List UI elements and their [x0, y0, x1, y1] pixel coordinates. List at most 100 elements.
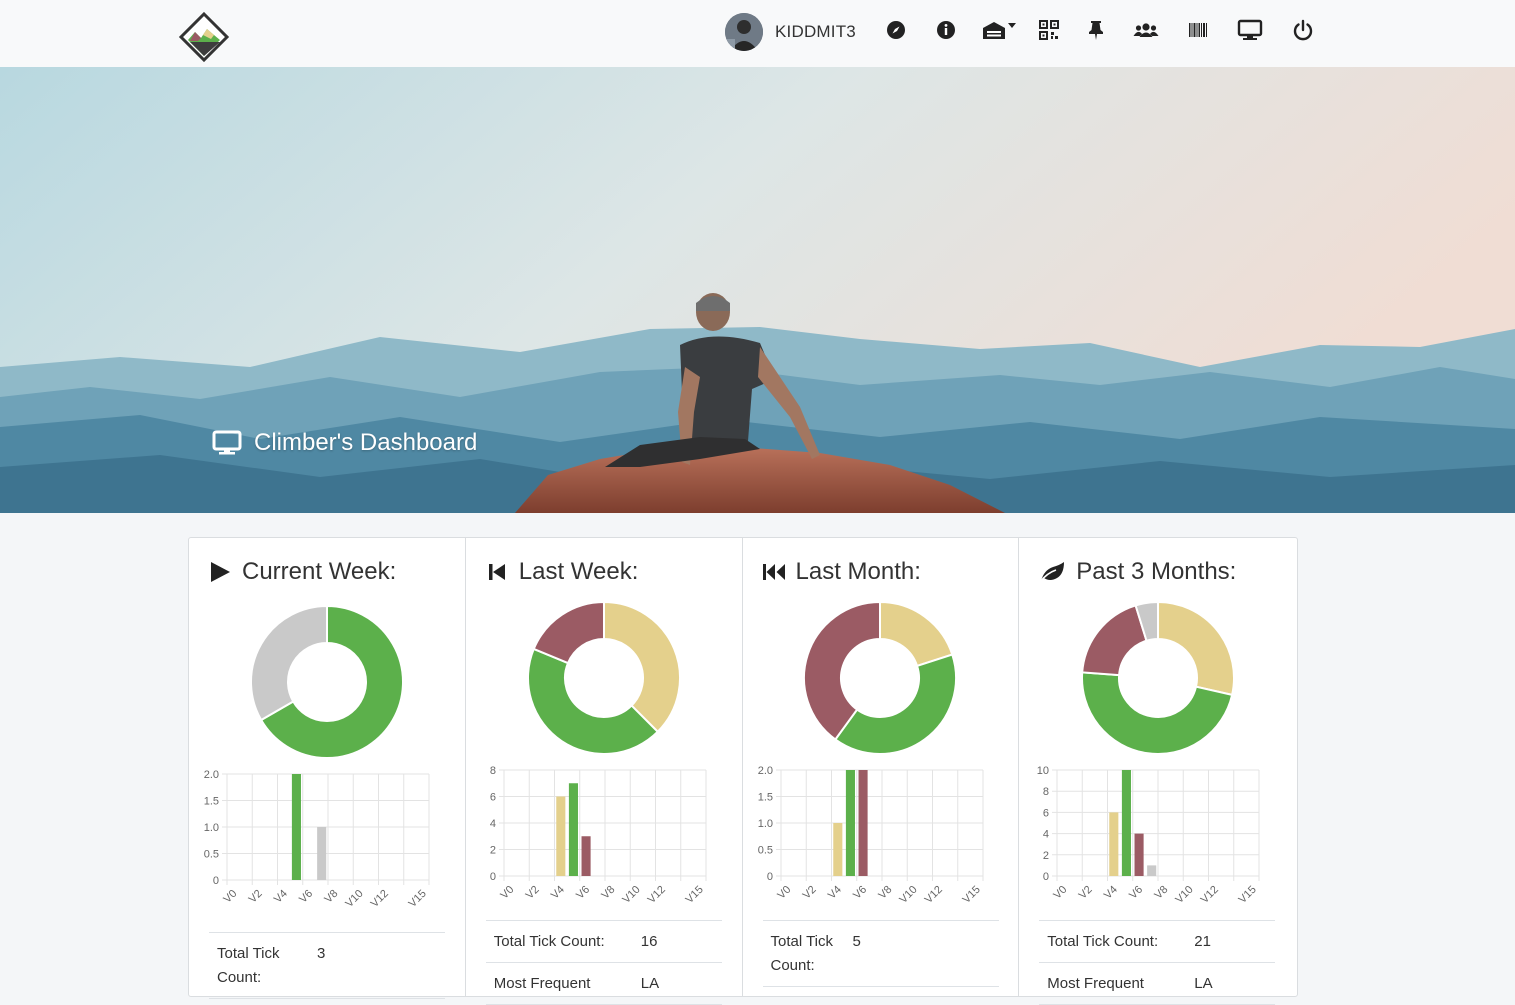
donut-slice-green[interactable]	[834, 653, 958, 755]
page-title: Climber's Dashboard	[254, 429, 478, 456]
donut-slice-yellow[interactable]	[602, 600, 681, 734]
y-tick-label: 1.0	[204, 822, 219, 834]
x-tick-label: V0	[498, 884, 516, 902]
bar-v6[interactable]	[1134, 833, 1144, 876]
bar-v4[interactable]	[556, 796, 566, 877]
bar-v7[interactable]	[1147, 865, 1157, 876]
bar-v5[interactable]	[568, 783, 578, 876]
x-tick-label: V10	[343, 888, 365, 910]
bar-v6[interactable]	[581, 836, 591, 876]
hero-banner: Climber's Dashboard	[0, 67, 1515, 513]
x-tick-label: V12	[645, 884, 667, 906]
last-month-bar-chart[interactable]: 0 0.5 1.0 1.5 2.0 V0 V2 V4 V6 V8 V10 V12 V15	[751, 762, 1013, 912]
x-tick-label: V2	[800, 884, 818, 902]
x-tick-label: V12	[1199, 884, 1221, 906]
card-title: Current Week:	[242, 558, 397, 585]
stats-table: Total Tick Count: 3	[209, 932, 445, 999]
y-tick-label: 2	[490, 845, 496, 857]
x-tick-label: V6	[297, 888, 315, 906]
y-tick-label: 6	[490, 792, 496, 804]
last-week-card: Last Week: 0 2 4 6 8 V0 V2 V4 V6 V8 V10 V12 V15 Tota…	[466, 538, 743, 1005]
card-title: Last Week:	[518, 558, 639, 585]
last-month-donut-chart[interactable]	[802, 600, 958, 756]
card-header: Last Week:	[485, 558, 639, 586]
x-tick-label: V15	[960, 884, 982, 906]
y-tick-label: 8	[1043, 786, 1049, 798]
x-tick-label: V10	[1174, 884, 1196, 906]
x-tick-label: V6	[574, 884, 592, 902]
monitor-icon	[212, 430, 242, 455]
stat-row-total-ticks: Total Tick Count: 5	[762, 921, 999, 987]
current-week-donut-chart[interactable]	[249, 604, 405, 760]
card-header: Last Month:	[762, 558, 921, 586]
y-tick-label: 0.5	[204, 849, 219, 861]
x-tick-label: V8	[876, 884, 894, 902]
donut-slice-gray[interactable]	[249, 604, 328, 722]
y-tick-label: 4	[1043, 829, 1049, 841]
x-tick-label: V4	[1102, 884, 1120, 902]
user-menu[interactable]: KIDDMIT3	[725, 13, 856, 51]
x-tick-label: V0	[1052, 884, 1070, 902]
stat-value: 5	[852, 933, 861, 950]
bar-v5[interactable]	[845, 770, 855, 876]
leaf-icon	[1039, 562, 1065, 583]
y-tick-label: 2	[1043, 850, 1049, 862]
y-tick-label: 0	[213, 875, 219, 887]
x-tick-label: V15	[1237, 884, 1259, 906]
stat-row-most-frequent: Most Frequent LA	[485, 963, 722, 1005]
x-tick-label: V0	[221, 888, 239, 906]
y-tick-label: 0	[1043, 871, 1049, 883]
gym-dropdown-icon[interactable]	[981, 18, 1017, 42]
x-tick-label: V12	[922, 884, 944, 906]
past-3-months-bar-chart[interactable]: 0 2 4 6 8 10 V0 V2 V4 V6 V8 V10 V12 V15	[1027, 762, 1289, 912]
x-tick-label: V6	[1127, 884, 1145, 902]
donut-slice-yellow[interactable]	[879, 600, 954, 668]
pin-icon[interactable]	[1084, 18, 1108, 42]
x-tick-label: V6	[851, 884, 869, 902]
qr-code-icon[interactable]	[1037, 18, 1061, 42]
barcode-icon[interactable]	[1186, 18, 1210, 42]
bar-v4[interactable]	[1109, 812, 1119, 876]
donut-slice-yellow[interactable]	[1157, 600, 1236, 697]
stat-label: Total Tick Count:	[1047, 933, 1159, 950]
x-tick-label: V4	[825, 884, 843, 902]
x-tick-label: V8	[599, 884, 617, 902]
last-week-donut-chart[interactable]	[526, 600, 682, 756]
donut-slice-maroon[interactable]	[532, 600, 605, 665]
y-tick-label: 4	[490, 818, 496, 830]
play-icon	[211, 562, 230, 582]
x-tick-label: V10	[897, 884, 919, 906]
stat-label: Most Frequent	[493, 975, 591, 992]
stat-label: Most Frequent	[1047, 975, 1144, 992]
current-week-bar-chart[interactable]: 0 0.5 1.0 1.5 2.0 V0 V2 V4 V6 V8 V10 V12 V15	[197, 766, 459, 916]
info-icon[interactable]	[934, 18, 958, 42]
app-logo[interactable]	[178, 11, 230, 63]
card-header: Current Week:	[208, 558, 396, 586]
stats-table: Total Tick Count: 21 Most Frequent LA	[1039, 920, 1276, 1005]
current-week-card: Current Week: 0 0.5 1.0 1.5 2.0 V0 V2 V4 V6 V8 V10…	[189, 538, 466, 999]
donut-slice-maroon[interactable]	[1081, 604, 1148, 677]
fast-backward-icon	[762, 564, 785, 580]
bar-v7[interactable]	[317, 827, 327, 880]
users-icon[interactable]	[1133, 18, 1159, 42]
step-backward-icon	[488, 564, 505, 580]
last-week-bar-chart[interactable]: 0 2 4 6 8 V0 V2 V4 V6 V8 V10 V12 V15	[474, 762, 736, 912]
x-tick-label: V4	[272, 888, 290, 906]
stat-row-total-ticks: Total Tick Count: 3	[209, 933, 445, 999]
power-icon[interactable]	[1291, 18, 1315, 42]
stat-label: Total Tick Count:	[770, 933, 834, 974]
stat-value: 16	[640, 933, 658, 950]
bar-v4[interactable]	[832, 823, 842, 876]
card-header: Past 3 Months:	[1038, 558, 1236, 586]
username: KIDDMIT3	[775, 22, 856, 41]
past-3-months-donut-chart[interactable]	[1080, 600, 1236, 756]
bar-v5[interactable]	[291, 774, 301, 880]
bar-v5[interactable]	[1122, 770, 1132, 876]
y-tick-label: 2.0	[757, 765, 772, 777]
bar-v6[interactable]	[858, 770, 868, 876]
stat-value: LA	[640, 975, 660, 992]
compass-icon[interactable]	[884, 18, 908, 42]
x-tick-label: V8	[1153, 884, 1171, 902]
stat-row-total-ticks: Total Tick Count: 21	[1039, 921, 1276, 963]
monitor-icon[interactable]	[1237, 18, 1263, 42]
